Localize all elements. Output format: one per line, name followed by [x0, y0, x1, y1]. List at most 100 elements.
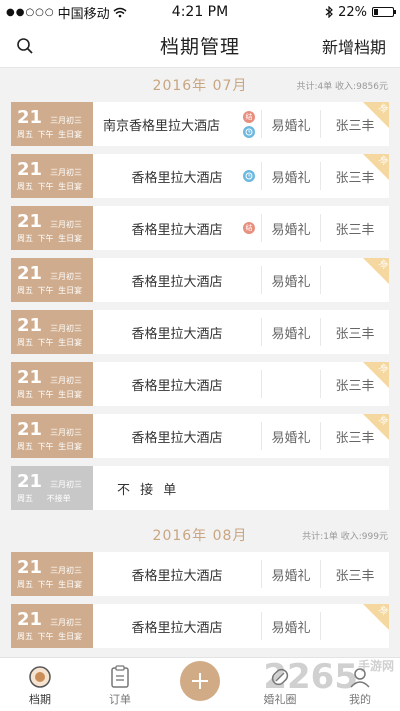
tab-bar: 档期 订单 婚礼圈 我的	[0, 657, 400, 711]
date-box: 21 三月初三 周五 下午 生日宴	[11, 414, 93, 458]
month-title: 2016年 08月	[152, 528, 248, 544]
platform-cell: 易婚礼	[271, 568, 311, 584]
schedule-row[interactable]: 21 三月初三 周五 下午 生日宴 香格里拉大酒店 易婚礼 张三丰	[11, 310, 389, 354]
alarm-icon	[243, 125, 255, 138]
bluetooth-icon	[325, 6, 333, 18]
time-slot: 下午 生日宴	[37, 631, 83, 641]
weekday: 周五	[17, 233, 33, 243]
day-number: 21	[17, 556, 43, 578]
day-number: 21	[17, 262, 43, 284]
tab-add[interactable]	[170, 661, 230, 707]
time-slot: 下午 生日宴	[37, 441, 83, 451]
tab-schedule[interactable]: 档期	[10, 665, 70, 707]
day-number: 21	[17, 314, 43, 336]
tab-profile[interactable]: 我的	[330, 665, 390, 707]
date-box: 21 三月初三 周五 下午 生日宴	[11, 206, 93, 250]
schedule-row[interactable]: 21 三月初三 周五 下午 生日宴 香格里拉大酒店 易婚礼 张三丰 预	[11, 154, 389, 198]
platform-cell: 易婚礼	[271, 274, 311, 290]
schedule-row[interactable]: 21 三月初三 周五 下午 生日宴 香格里拉大酒店 易婚礼 预	[11, 258, 389, 302]
day-number: 21	[17, 418, 43, 440]
wifi-icon	[113, 7, 127, 17]
knot-badge-icon: 结	[243, 110, 255, 123]
lunar-date: 三月初三	[50, 219, 83, 229]
lunar-date: 三月初三	[50, 565, 83, 575]
day-number: 21	[17, 210, 43, 232]
search-icon[interactable]	[14, 35, 36, 57]
battery-percent: 22%	[338, 4, 367, 20]
platform-cell: 易婚礼	[271, 222, 311, 238]
tab-label: 婚礼圈	[263, 693, 297, 706]
schedule-row[interactable]: 21 三月初三 周五 下午 生日宴 香格里拉大酒店 易婚礼 预	[11, 604, 389, 648]
tab-orders[interactable]: 订单	[90, 665, 150, 707]
date-box: 21 三月初三 周五 下午 生日宴	[11, 362, 93, 406]
day-number: 21	[17, 366, 43, 388]
knot-badge-icon: 结	[243, 222, 255, 234]
add-schedule-button[interactable]: 新增档期	[322, 34, 386, 58]
signal-icon: ●●○○○	[6, 6, 55, 18]
date-box: 21 三月初三 周五 不接单	[11, 466, 93, 510]
weekday: 周五	[17, 181, 33, 191]
schedule-row-closed[interactable]: 21 三月初三 周五 不接单 不 接 单	[11, 466, 389, 510]
hotel-name: 香格里拉大酒店	[131, 274, 223, 290]
date-box: 21 三月初三 周五 下午 生日宴	[11, 102, 93, 146]
alarm-icon	[243, 170, 255, 182]
wedding-circle-icon	[271, 668, 289, 686]
hotel-name: 香格里拉大酒店	[131, 620, 223, 636]
time-slot: 下午 生日宴	[37, 579, 83, 589]
schedule-row[interactable]: 21 三月初三 周五 下午 生日宴 香格里拉大酒店 易婚礼 张三丰 预	[11, 414, 389, 458]
date-box: 21 三月初三 周五 下午 生日宴	[11, 604, 93, 648]
time-slot: 下午 生日宴	[37, 389, 83, 399]
month-stats: 共计:1单 收入:999元	[302, 531, 388, 542]
schedule-row[interactable]: 21 三月初三 周五 下午 生日宴 香格里拉大酒店 张三丰 预	[11, 362, 389, 406]
day-number: 21	[17, 106, 43, 128]
profile-icon	[350, 668, 370, 688]
hotel-name: 南京香格里拉大酒店	[103, 118, 221, 134]
time-slot: 下午 生日宴	[37, 337, 83, 347]
date-box: 21 三月初三 周五 下午 生日宴	[11, 552, 93, 596]
weekday: 周五	[17, 579, 33, 589]
platform-cell: 易婚礼	[271, 118, 311, 134]
hotel-name: 香格里拉大酒店	[131, 378, 223, 394]
day-number: 21	[17, 470, 43, 492]
time-slot: 下午 生日宴	[37, 129, 83, 139]
lunar-date: 三月初三	[50, 375, 83, 385]
hotel-name: 香格里拉大酒店	[131, 170, 223, 186]
lunar-date: 三月初三	[50, 167, 83, 177]
weekday: 周五	[17, 493, 33, 503]
nav-bar: 档期管理 新增档期	[0, 24, 400, 68]
weekday: 周五	[17, 337, 33, 347]
time-slot: 下午 生日宴	[37, 233, 83, 243]
month-stats: 共计:4单 收入:9856元	[296, 81, 388, 92]
hotel-name: 香格里拉大酒店	[131, 326, 223, 342]
tab-label: 档期	[29, 693, 51, 706]
date-box: 21 三月初三 周五 下午 生日宴	[11, 258, 93, 302]
host-cell: 张三丰	[335, 568, 375, 584]
date-box: 21 三月初三 周五 下午 生日宴	[11, 310, 93, 354]
hotel-name: 香格里拉大酒店	[131, 568, 223, 584]
lunar-date: 三月初三	[50, 479, 83, 489]
plus-icon[interactable]	[180, 661, 220, 701]
platform-cell: 易婚礼	[271, 430, 311, 446]
host-cell: 张三丰	[335, 222, 375, 238]
day-number: 21	[17, 608, 43, 630]
tab-wedding-circle[interactable]: 婚礼圈	[250, 665, 310, 707]
weekday: 周五	[17, 389, 33, 399]
time-slot: 下午 生日宴	[37, 285, 83, 295]
weekday: 周五	[17, 129, 33, 139]
status-bar: ●●○○○ 中国移动 4:21 PM 22%	[0, 0, 400, 24]
order-icon	[111, 665, 129, 688]
host-cell: 张三丰	[335, 326, 375, 342]
date-box: 21 三月初三 周五 下午 生日宴	[11, 154, 93, 198]
platform-cell: 易婚礼	[271, 620, 311, 636]
day-number: 21	[17, 158, 43, 180]
schedule-row[interactable]: 21 三月初三 周五 下午 生日宴 香格里拉大酒店 易婚礼 张三丰	[11, 552, 389, 596]
schedule-icon	[29, 666, 51, 688]
weekday: 周五	[17, 285, 33, 295]
hotel-name: 香格里拉大酒店	[131, 430, 223, 446]
tab-label: 我的	[349, 693, 371, 706]
schedule-row[interactable]: 21 三月初三 周五 下午 生日宴 南京香格里拉大酒店 结 易婚礼 张三丰 预	[11, 102, 389, 146]
platform-cell: 易婚礼	[271, 326, 311, 342]
month-header: 2016年 08月 共计:1单 收入:999元	[0, 518, 400, 552]
schedule-row[interactable]: 21 三月初三 周五 下午 生日宴 香格里拉大酒店 结 易婚礼 张三丰	[11, 206, 389, 250]
platform-cell: 易婚礼	[271, 170, 311, 186]
